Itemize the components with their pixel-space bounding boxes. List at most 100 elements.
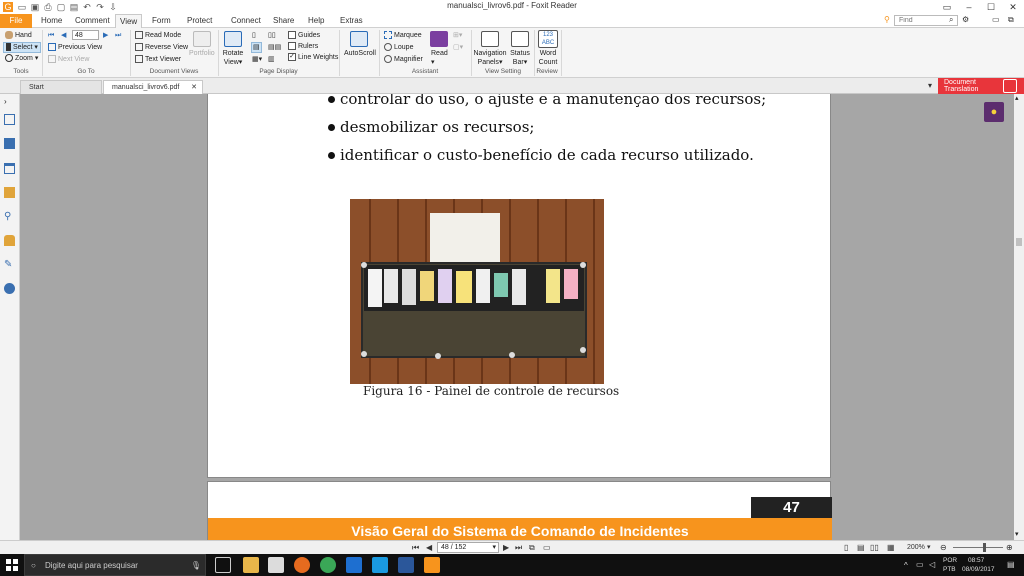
find-options-icon[interactable]: ⚲ [884, 14, 890, 26]
tab-document[interactable]: manualsci_livrov6.pdf ✕ [103, 80, 203, 94]
previous-view-button[interactable]: Previous View [48, 43, 102, 52]
rotate-view-button[interactable]: Rotate View▾ [222, 49, 244, 67]
word-icon[interactable] [398, 557, 414, 573]
edge-icon[interactable] [346, 557, 362, 573]
menu-connect[interactable]: Connect [227, 14, 265, 28]
status-bar-button[interactable]: Status Bar▾ [509, 49, 531, 67]
first-page-icon[interactable]: ⏮ [48, 31, 54, 40]
page-thumbnails-icon[interactable] [4, 114, 15, 125]
search-icon[interactable]: ⌕ [949, 14, 953, 26]
navigation-panels-button[interactable]: Navigation Panels▾ [473, 49, 507, 67]
menu-comment[interactable]: Comment [71, 14, 114, 28]
document-translation-button[interactable]: Document Translation [938, 78, 1024, 94]
single-page-status-icon[interactable]: ▯ [844, 542, 848, 554]
menu-share[interactable]: Share [269, 14, 298, 28]
scroll-up-icon[interactable]: ▴ [1015, 94, 1019, 102]
lock-icon[interactable] [4, 235, 15, 246]
marquee-button[interactable]: Marquee [384, 31, 422, 40]
tab-start[interactable]: Start [20, 80, 102, 94]
windows-start-icon[interactable] [6, 559, 18, 571]
vertical-scrollbar[interactable]: ▴ ▾ [1014, 94, 1024, 540]
task-view-icon[interactable] [215, 557, 231, 573]
tray-up-icon[interactable]: ^ [904, 561, 908, 570]
hand-tool-button[interactable]: Hand [5, 31, 32, 40]
menu-view[interactable]: View [115, 14, 143, 29]
previous-page-status-icon[interactable]: ◀ [426, 542, 432, 554]
document-viewport[interactable]: controlar do uso, o ajuste e a manutençã… [20, 94, 1014, 540]
rulers-checkbox[interactable]: Rulers [288, 42, 318, 51]
previous-page-icon[interactable]: ◀ [61, 31, 66, 40]
user-icon[interactable] [4, 283, 15, 294]
signature-icon[interactable]: ✎ [4, 259, 15, 270]
guides-checkbox[interactable]: Guides [288, 31, 320, 40]
menu-home[interactable]: Home [37, 14, 66, 28]
read-mode-button[interactable]: Read Mode [135, 31, 181, 40]
continuous-facing-status-icon[interactable]: ▦ [887, 542, 895, 554]
store-icon[interactable] [268, 557, 284, 573]
continuous-status-icon[interactable]: ▤ [857, 542, 865, 554]
next-view-button[interactable]: Next View [48, 55, 89, 64]
read-stop-icon[interactable]: ▢▾ [453, 43, 463, 52]
loupe-button[interactable]: Loupe [384, 43, 413, 52]
page-indicator[interactable]: 48 / 152 ▾ [437, 542, 499, 553]
microphone-icon[interactable]: 🎙 [191, 555, 201, 576]
first-page-status-icon[interactable]: ⏮ [412, 542, 419, 554]
maximize-button[interactable]: ☐ [980, 0, 1002, 14]
tab-close-icon[interactable]: ✕ [191, 81, 197, 94]
network-icon[interactable]: ▭ [916, 560, 924, 569]
firefox-icon[interactable] [294, 557, 310, 573]
zoom-tool-button[interactable]: Zoom ▾ [5, 54, 38, 63]
fit-page-status-icon[interactable]: ▭ [543, 542, 551, 554]
scroll-down-icon[interactable]: ▾ [1015, 530, 1019, 538]
foxit-taskbar-icon[interactable] [424, 557, 440, 573]
menu-protect[interactable]: Protect [183, 14, 216, 28]
menu-help[interactable]: Help [304, 14, 328, 28]
keyboard-layout[interactable]: PTB [943, 566, 956, 573]
volume-icon[interactable]: ◁ [929, 560, 935, 569]
ribbon-toggle-icon[interactable]: ▭ [936, 0, 958, 14]
close-button[interactable]: ✕ [1002, 0, 1024, 14]
zoom-slider[interactable] [953, 547, 1003, 548]
zoom-slider-handle[interactable] [983, 543, 986, 552]
scroll-thumb[interactable] [1016, 238, 1022, 246]
page-transition-icon[interactable]: ▦▾ [252, 55, 262, 64]
split-view-icon[interactable]: ▥ [268, 55, 275, 64]
zoom-level[interactable]: 200% [907, 542, 925, 554]
read-options-icon[interactable]: ⊞▾ [453, 31, 462, 40]
last-page-icon[interactable]: ⏭ [115, 31, 121, 40]
settings-gear-icon[interactable]: ⚙ [962, 14, 969, 26]
line-weights-checkbox[interactable]: ✓ Line Weights [288, 53, 338, 62]
magnifier-button[interactable]: Magnifier [384, 55, 423, 64]
page-layout-status-icon[interactable]: ⧉ [529, 542, 535, 554]
text-viewer-button[interactable]: Text Viewer [135, 55, 181, 64]
next-page-icon[interactable]: ▶ [103, 31, 108, 40]
language-code[interactable]: POR [943, 557, 957, 564]
continuous-facing-icon[interactable]: ▤▤ [268, 43, 281, 52]
skype-icon[interactable] [372, 557, 388, 573]
minimize-ribbon-icon[interactable]: ▭ [992, 14, 1000, 26]
notifications-icon[interactable]: ▤ [1007, 560, 1015, 569]
restore-icon[interactable]: ⧉ [1008, 14, 1014, 26]
clock-time[interactable]: 08:57 [968, 557, 984, 564]
file-explorer-icon[interactable] [243, 557, 259, 573]
reverse-view-button[interactable]: Reverse View [135, 43, 188, 52]
chrome-icon[interactable] [320, 557, 336, 573]
facing-page-icon[interactable]: ▯▯ [268, 31, 276, 40]
word-count-button[interactable]: Word Count [537, 49, 559, 67]
expand-panel-icon[interactable]: › [4, 97, 15, 108]
menu-extras[interactable]: Extras [336, 14, 367, 28]
zoom-dropdown-icon[interactable]: ▾ [927, 542, 931, 554]
tips-lightbulb-icon[interactable]: ● [984, 102, 1004, 122]
zoom-in-icon[interactable]: ⊕ [1006, 542, 1013, 554]
read-button[interactable]: Read ▾ [431, 49, 448, 67]
facing-status-icon[interactable]: ▯▯ [870, 542, 879, 554]
comments-icon[interactable] [4, 163, 15, 174]
clock-date[interactable]: 08/09/2017 [962, 566, 995, 573]
continuous-page-icon[interactable]: ▤ [251, 42, 262, 53]
select-tool-button[interactable]: Select ▾ [3, 42, 41, 53]
layers-icon[interactable] [4, 138, 15, 149]
attachments-icon[interactable] [4, 187, 15, 198]
page-number-input[interactable] [72, 30, 99, 40]
autoscroll-button[interactable]: AutoScroll [344, 49, 376, 58]
zoom-out-icon[interactable]: ⊖ [940, 542, 947, 554]
